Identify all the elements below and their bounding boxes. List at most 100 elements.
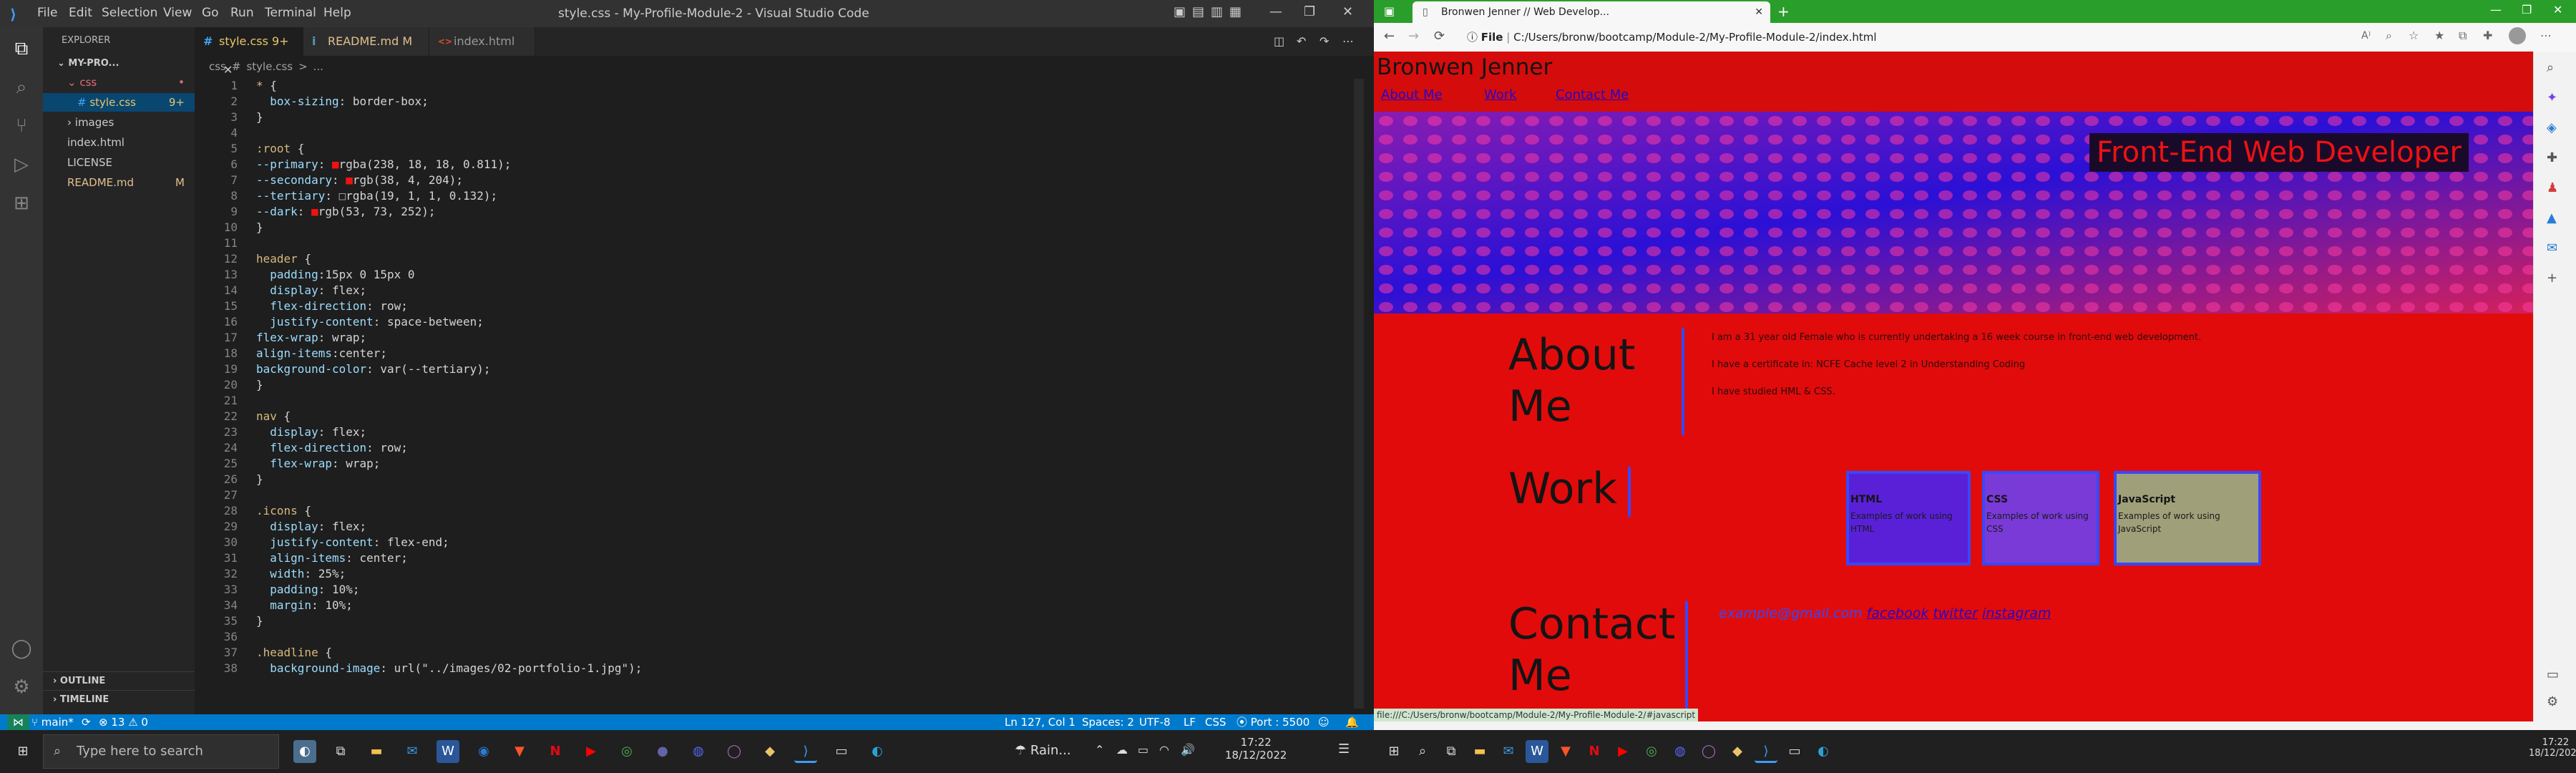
youtube-icon[interactable]: ▶ [580,740,602,763]
eol[interactable]: LF [1184,714,1196,730]
source-control-icon[interactable]: ⑂ [10,115,33,137]
email-link[interactable]: example@gmail.com [1719,606,1863,621]
breadcrumb-item[interactable]: style.css [246,60,293,73]
work-card[interactable]: JavaScript Examples of work using JavaScr… [2114,471,2261,565]
file-explorer-icon[interactable]: ▬ [365,740,388,763]
remote-icon[interactable]: ⋈ [7,714,29,730]
account-icon[interactable]: ◯ [10,637,33,660]
tab-style-css[interactable]: # style.css 9+ ✕ [195,27,303,77]
zoom-icon[interactable]: ⌕ [2386,29,2392,43]
tree-item[interactable]: index.html [43,133,195,152]
chrome-icon[interactable]: ◎ [615,740,638,763]
tools-icon[interactable]: ✚ [2547,150,2557,165]
language-mode[interactable]: CSS [1205,714,1226,730]
branch-indicator[interactable]: ⑂ main* [31,714,74,730]
new-tab-icon[interactable]: + [1777,3,1790,20]
network-icon[interactable]: ◠ [1159,743,1169,757]
discord-icon[interactable]: ◍ [1669,740,1692,763]
mail-icon[interactable]: ✉ [401,740,424,763]
menu-go[interactable]: Go [202,6,219,20]
taskbar-search-box[interactable]: ⌕ Type here to search [43,734,279,769]
minimize-icon[interactable]: — [1269,4,1282,19]
notification-center-icon[interactable]: ☰ [1338,742,1350,757]
go-back-icon[interactable]: ↶ [1297,34,1306,48]
teams-icon[interactable]: ● [651,740,674,763]
app-icon[interactable]: ◆ [1726,740,1749,763]
terminal-icon[interactable]: ▭ [1783,740,1806,763]
brave-icon[interactable]: ▼ [508,740,531,763]
netflix-icon[interactable]: N [544,740,567,763]
github-icon[interactable]: ◯ [723,740,746,763]
nav-about-link[interactable]: About Me [1381,87,1467,102]
back-icon[interactable]: ← [1384,29,1395,44]
search-icon[interactable]: ⌕ [10,76,33,99]
cursor-position[interactable]: Ln 127, Col 1 [1005,714,1075,730]
battery-icon[interactable]: ▭ [1138,743,1148,757]
netflix-icon[interactable]: N [1583,740,1606,763]
tree-item[interactable]: › images [43,113,195,132]
work-card[interactable]: CSS Examples of work using CSS [1982,471,2099,565]
vscode-taskbar-icon[interactable]: ⟩ [794,740,817,763]
layout-toggle-icon[interactable]: ▣ [1174,4,1186,19]
browser-close-icon[interactable]: ✕ [2553,3,2562,16]
sidebar-toggle-icon[interactable]: ▤ [1192,4,1204,19]
edge-icon[interactable]: ◐ [866,740,889,763]
close-icon[interactable]: ✕ [1342,4,1353,19]
tab-index-html[interactable]: <> index.html [429,27,535,56]
menu-edit[interactable]: Edit [69,6,92,20]
task-view-icon[interactable]: ⧉ [1440,740,1463,763]
indentation[interactable]: Spaces: 2 [1082,714,1134,730]
explorer-icon[interactable]: ⧉ [10,37,33,60]
word-icon[interactable]: W [436,740,459,763]
word-icon[interactable]: W [1526,740,1548,763]
facebook-link[interactable]: facebook [1867,606,1929,621]
feedback-icon[interactable]: ☺ [1318,714,1330,730]
sidebar-settings-icon[interactable]: ⚙ [2547,694,2558,709]
folder-header[interactable]: ⌄ MY-PRO... [43,54,195,73]
tree-item[interactable]: README.md M [43,173,195,192]
github-icon[interactable]: ◯ [1697,740,1720,763]
restore-icon[interactable]: ❐ [1304,4,1315,19]
chrome-icon[interactable]: ◎ [1640,740,1663,763]
windows-start-icon[interactable]: ⊞ [1382,740,1405,763]
tree-item[interactable]: LICENSE [43,153,195,172]
discover-icon[interactable]: ✦ [2547,90,2557,105]
breadcrumb-item[interactable]: # [232,60,241,73]
code-editor[interactable]: 1 * {2 box-sizing: border-box; 3} 4 5:root {… [195,79,1374,709]
panel-toggle-icon[interactable]: ▥ [1211,4,1223,19]
work-card[interactable]: HTML Examples of work using HTML [1846,471,1971,565]
breadcrumb-item[interactable]: > [298,60,308,73]
run-debug-icon[interactable]: ▷ [10,153,33,176]
menu-view[interactable]: View [163,6,192,20]
twitter-link[interactable]: twitter [1933,606,1978,621]
terminal-icon[interactable]: ▭ [830,740,853,763]
menu-file[interactable]: File [37,6,57,20]
more-actions-icon[interactable]: ⋯ [1342,34,1354,48]
windows-start-icon[interactable]: ⊞ [11,740,34,763]
search-icon[interactable]: ⌕ [1411,740,1434,763]
sync-icon[interactable]: ⟳ [82,714,91,730]
office-icon[interactable]: ▲ [2547,210,2557,225]
add-sidebar-icon[interactable]: + [2547,271,2557,286]
address-bar[interactable]: ⓘ File | C:/Users/bronw/bootcamp/Module-… [1467,26,2290,48]
breadcrumb-item[interactable]: ... [313,60,323,73]
live-server-port[interactable]: ⦿ Port : 5500 [1236,714,1309,730]
vscode-taskbar-icon[interactable]: ⟩ [1755,740,1777,763]
editor-scrollbar[interactable] [1354,79,1364,709]
discord-icon[interactable]: ◍ [687,740,710,763]
split-editor-icon[interactable]: ◫ [1274,34,1284,48]
shopping-icon[interactable]: ◈ [2547,120,2557,135]
menu-help[interactable]: Help [323,6,351,20]
file-explorer-icon[interactable]: ▬ [1468,740,1491,763]
mail-icon[interactable]: ✉ [1497,740,1520,763]
weather-widget[interactable]: ☂ Rain... [1015,743,1071,758]
outlook-icon[interactable]: ◉ [472,740,495,763]
notifications-icon[interactable]: 🔔 [1345,714,1359,730]
games-icon[interactable]: ♟ [2547,180,2558,195]
go-forward-icon[interactable]: ↷ [1319,34,1329,48]
refresh-icon[interactable]: ⟳ [1434,29,1445,44]
instagram-link[interactable]: instagram [1982,606,2051,621]
problems-indicator[interactable]: ⊗ 13 ⚠ 0 [99,714,148,730]
menu-terminal[interactable]: Terminal [265,6,316,20]
brave-icon[interactable]: ▼ [1554,740,1577,763]
